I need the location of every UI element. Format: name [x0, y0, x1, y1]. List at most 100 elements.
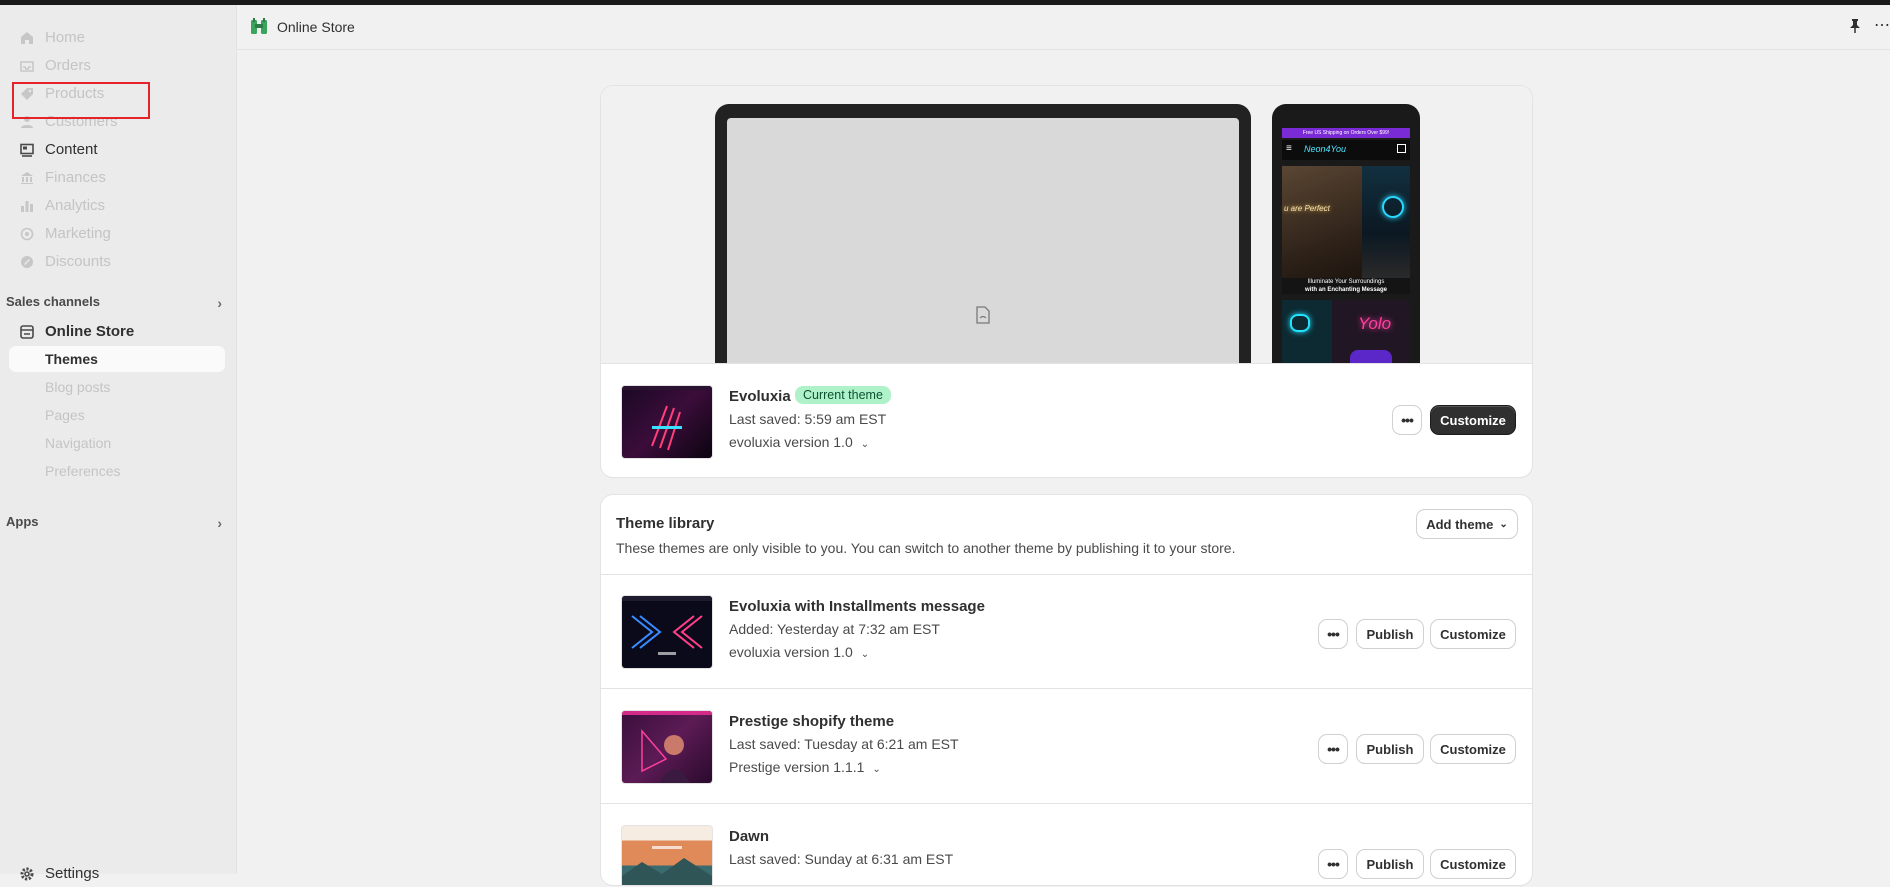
bag-icon [1397, 144, 1406, 153]
theme-thumbnail [621, 595, 713, 669]
theme-preview: Free US Shipping on Orders Over $99! ≡ N… [601, 86, 1532, 364]
customize-button[interactable]: Customize [1431, 406, 1515, 434]
sidebar-item-label: Analytics [45, 197, 106, 214]
add-theme-button[interactable]: Add theme ⌄ [1417, 510, 1517, 538]
sales-channels-header[interactable]: Sales channels › [6, 294, 222, 316]
mobile-preview: Free US Shipping on Orders Over $99! ≡ N… [1272, 104, 1420, 363]
sidebar-item-finances[interactable]: Finances [0, 165, 236, 191]
chevron-right-icon: › [217, 295, 222, 311]
sidebar-item-analytics[interactable]: Analytics [0, 193, 236, 219]
chevron-right-icon: › [217, 515, 222, 531]
document-icon [976, 306, 990, 324]
mobile-store-logo: Neon4You [1304, 144, 1347, 154]
theme-library-title: Theme library [616, 515, 715, 532]
sidebar-item-label: Content [45, 141, 98, 158]
sidebar-item-settings[interactable]: Settings [0, 861, 236, 887]
add-theme-label: Add theme [1426, 516, 1494, 532]
theme-library-description: These themes are only visible to you. Yo… [616, 540, 1236, 556]
theme-thumbnail [621, 825, 713, 885]
menu-icon: ≡ [1286, 143, 1292, 154]
sidebar-item-discounts[interactable]: Discounts [0, 249, 236, 275]
sidebar-item-navigation[interactable]: Navigation [9, 430, 225, 456]
current-theme-card: Free US Shipping on Orders Over $99! ≡ N… [601, 86, 1532, 477]
sidebar-item-preferences[interactable]: Preferences [9, 458, 225, 484]
sidebar-item-label: Finances [45, 169, 106, 186]
more-actions-button[interactable]: ••• [1319, 620, 1347, 648]
desktop-preview-screen [727, 118, 1239, 363]
mobile-caption: Illuminate Your Surroundings with an Enc… [1282, 278, 1410, 294]
inbox-icon [19, 58, 35, 74]
hero-sign-text: u are Perfect [1284, 204, 1330, 213]
customize-button[interactable]: Customize [1431, 620, 1515, 648]
more-actions-icon[interactable]: ⋯ [1874, 15, 1890, 35]
desktop-preview [715, 104, 1251, 363]
online-store-icon [250, 17, 268, 35]
chevron-down-icon: ⌄ [860, 649, 870, 660]
sidebar-item-label: Preferences [45, 463, 121, 479]
theme-version-toggle[interactable]: evoluxia version 1.0 ⌄ [729, 434, 869, 450]
sidebar-item-home[interactable]: Home [0, 25, 236, 51]
sidebar-item-label: Themes [45, 351, 98, 367]
sales-channels-label: Sales channels [6, 294, 100, 309]
theme-name: Evoluxia [729, 388, 791, 405]
theme-version-toggle[interactable]: evoluxia version 1.0 ⌄ [729, 644, 869, 660]
sidebar-item-label: Online Store [45, 323, 135, 340]
theme-version: evoluxia version 1.0 [729, 434, 853, 450]
apps-header[interactable]: Apps › [6, 514, 222, 536]
sidebar-item-orders[interactable]: Orders [0, 53, 236, 79]
theme-version-toggle[interactable]: Prestige version 1.1.1 ⌄ [729, 759, 881, 775]
divider [601, 574, 1532, 575]
current-theme-badge: Current theme [795, 386, 891, 404]
sidebar-item-content[interactable]: Content [0, 137, 236, 163]
page-header: Online Store ⋯ [237, 5, 1890, 50]
content-icon [19, 142, 35, 158]
store-icon [19, 324, 35, 340]
neon-sign-image: Yolo [1332, 300, 1410, 363]
theme-name: Prestige shopify theme [729, 713, 895, 730]
discount-icon [19, 254, 35, 270]
sidebar-item-label: Navigation [45, 435, 112, 451]
hero-image: u are Perfect [1282, 166, 1362, 278]
theme-added-date: Added: Yesterday at 7:32 am EST [729, 621, 940, 637]
customize-button[interactable]: Customize [1431, 735, 1515, 763]
sidebar-item-themes[interactable]: Themes [9, 346, 225, 372]
mobile-announcement-bar: Free US Shipping on Orders Over $99! [1282, 128, 1410, 138]
page-title: Online Store [277, 19, 355, 35]
sidebar-item-label: Marketing [45, 225, 111, 242]
chevron-down-icon: ⌄ [872, 764, 881, 775]
more-actions-button[interactable]: ••• [1393, 406, 1421, 434]
neon-sign-text: Yolo [1358, 314, 1392, 333]
theme-last-saved: Last saved: 5:59 am EST [729, 411, 887, 427]
theme-thumbnail [621, 710, 713, 784]
sidebar-item-marketing[interactable]: Marketing [0, 221, 236, 247]
home-icon [19, 30, 35, 46]
highlight-box [12, 82, 150, 119]
target-icon [19, 226, 35, 242]
neon-image [1362, 166, 1410, 278]
sidebar: Home Orders Products Customers Content F… [0, 5, 237, 882]
chevron-down-icon: ⌄ [1499, 518, 1508, 530]
caption-line: with an Enchanting Message [1304, 287, 1387, 293]
caption-line: Illuminate Your Surroundings [1307, 279, 1385, 285]
theme-version: Prestige version 1.1.1 [729, 759, 865, 775]
theme-last-saved: Last saved: Tuesday at 6:21 am EST [729, 736, 959, 752]
publish-button[interactable]: Publish [1357, 735, 1423, 763]
sidebar-item-label: Blog posts [45, 379, 111, 395]
publish-button[interactable]: Publish [1357, 620, 1423, 648]
theme-library-card: Theme library These themes are only visi… [601, 495, 1532, 885]
pin-icon[interactable] [1848, 18, 1862, 34]
sidebar-item-online-store[interactable]: Online Store [0, 319, 236, 345]
divider [601, 688, 1532, 689]
bar-chart-icon [19, 198, 35, 214]
sidebar-item-pages[interactable]: Pages [9, 402, 225, 428]
sidebar-item-blog-posts[interactable]: Blog posts [9, 374, 225, 400]
theme-last-saved: Last saved: Sunday at 6:31 am EST [729, 851, 954, 867]
divider [601, 803, 1532, 804]
theme-name: Evoluxia with Installments message [729, 598, 985, 615]
bank-icon [19, 170, 35, 186]
neon-image [1282, 300, 1332, 363]
more-actions-button[interactable]: ••• [1319, 735, 1347, 763]
theme-version: evoluxia version 1.0 [729, 644, 853, 660]
apps-label: Apps [6, 514, 39, 529]
theme-name: Dawn [729, 828, 770, 845]
